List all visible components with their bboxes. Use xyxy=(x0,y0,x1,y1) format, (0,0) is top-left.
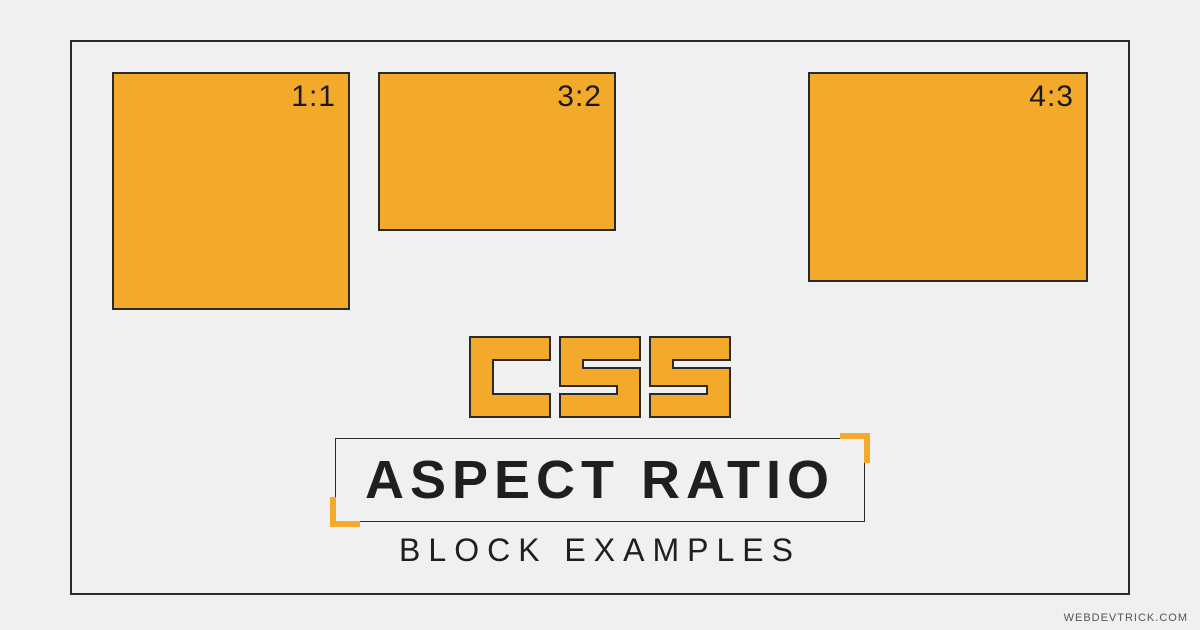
page-frame: 1:1 3:2 4:3 ASPECT RATIO BLOCK EXAMPLES xyxy=(70,40,1130,595)
ratio-label: 4:3 xyxy=(1029,80,1074,114)
ratio-label: 1:1 xyxy=(291,80,336,114)
ratio-box-3-2: 3:2 xyxy=(378,72,616,231)
ratio-box-1-1: 1:1 xyxy=(112,72,350,310)
css-letters-icon xyxy=(465,332,735,422)
attribution: WEBDEVTRICK.COM xyxy=(1064,612,1188,624)
css-heading xyxy=(72,332,1128,422)
ratio-label: 3:2 xyxy=(557,80,602,114)
corner-decoration-icon xyxy=(840,433,870,463)
title-frame: ASPECT RATIO xyxy=(335,438,865,522)
ratio-boxes-row: 1:1 3:2 4:3 xyxy=(72,42,1128,310)
main-title: ASPECT RATIO xyxy=(354,449,846,511)
subtitle: BLOCK EXAMPLES xyxy=(72,532,1128,569)
ratio-box-4-3: 4:3 xyxy=(808,72,1088,282)
corner-decoration-icon xyxy=(330,497,360,527)
